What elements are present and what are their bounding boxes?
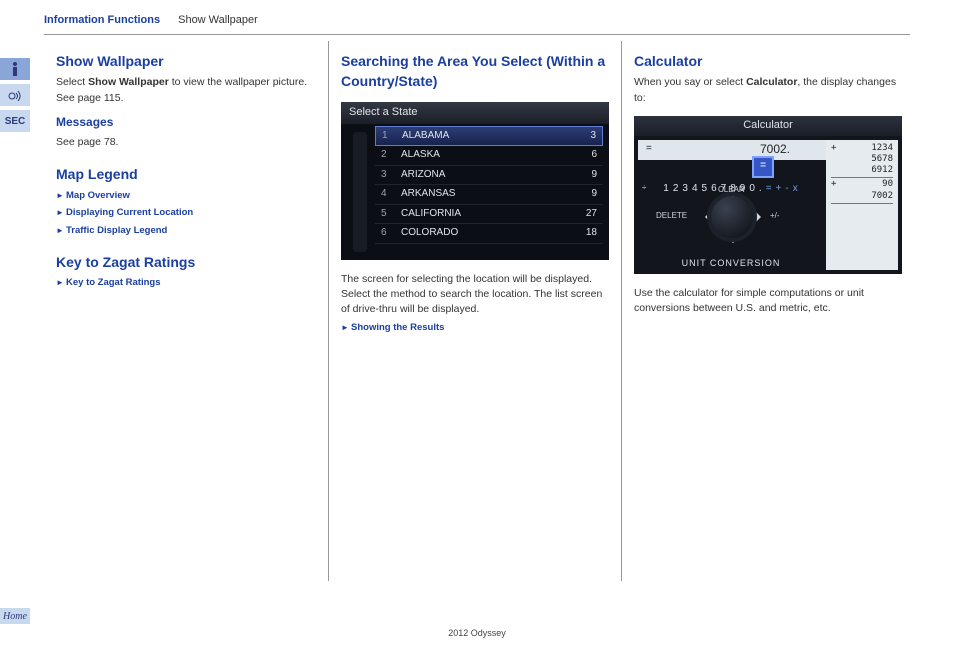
heading-show-wallpaper: Show Wallpaper	[56, 51, 316, 71]
ref-traffic-legend[interactable]: Traffic Display Legend	[56, 224, 316, 238]
op-divide[interactable]: ÷	[642, 182, 646, 194]
state-row-name: ARIZONA	[401, 168, 567, 183]
history-entry: 5678	[831, 154, 893, 165]
divider	[44, 34, 910, 35]
state-row-num: 6	[381, 226, 393, 241]
state-row-name: CALIFORNIA	[401, 207, 567, 222]
equals-button[interactable]: =	[752, 156, 774, 178]
columns: Show Wallpaper Select Show Wallpaper to …	[44, 41, 914, 581]
state-row-name: ALASKA	[401, 148, 567, 163]
arrow-left-icon[interactable]	[700, 212, 710, 222]
column-1: Show Wallpaper Select Show Wallpaper to …	[44, 41, 328, 581]
show-wallpaper-text: Select Show Wallpaper to view the wallpa…	[56, 75, 316, 105]
heading-zagat: Key to Zagat Ratings	[56, 252, 316, 272]
ref-zagat[interactable]: Key to Zagat Ratings	[56, 276, 316, 290]
heading-messages: Messages	[56, 114, 316, 131]
column-3: Calculator When you say or select Calcul…	[621, 41, 914, 581]
digit-0[interactable]: 0	[749, 182, 756, 197]
digit-.[interactable]: .	[759, 182, 763, 197]
calc-history: +123456786912 +907002	[826, 140, 898, 270]
select-state-title: Select a State	[341, 102, 609, 124]
state-row-num: 5	[381, 207, 393, 222]
tab-sec[interactable]: SEC	[0, 110, 30, 132]
screenshot-calculator: Calculator = 7002. +123456786912+907002 …	[634, 116, 902, 274]
heading-calculator: Calculator	[634, 51, 902, 71]
history-divider	[831, 203, 893, 204]
history-entry: 7002	[831, 191, 893, 202]
state-row-count: 9	[575, 168, 597, 183]
footer-note: 2012 Odyssey	[0, 628, 954, 638]
digit-5[interactable]: 5	[702, 182, 709, 197]
calc-eq-sign: =	[646, 142, 660, 157]
state-row[interactable]: 2 ALASKA 6	[375, 146, 603, 166]
history-entry: 6912	[831, 165, 893, 176]
breadcrumb-page: Show Wallpaper	[178, 14, 258, 26]
side-tabs: SEC	[0, 58, 30, 136]
state-row-name: ALABAMA	[402, 129, 566, 144]
state-row-num: 3	[381, 168, 393, 183]
op-x[interactable]: x	[793, 182, 799, 197]
calculator-intro: When you say or select Calculator, the d…	[634, 75, 902, 105]
voice-icon	[8, 89, 22, 101]
state-row[interactable]: 1 ALABAMA 3	[375, 126, 603, 147]
state-row-name: ARKANSAS	[401, 187, 567, 202]
ref-map-overview[interactable]: Map Overview	[56, 189, 316, 203]
state-list: 1 ALABAMA 3 2 ALASKA 6 3 ARIZONA 9 4 ARKANSAS 9 5 CAL…	[375, 126, 603, 244]
state-row-count: 3	[574, 129, 596, 144]
digit-3[interactable]: 3	[682, 182, 689, 197]
search-area-text: The screen for selecting the location wi…	[341, 272, 609, 318]
calculator-desc: Use the calculator for simple computatio…	[634, 286, 902, 316]
state-row[interactable]: 5 CALIFORNIA 27	[375, 205, 603, 225]
history-entry: +90	[831, 179, 893, 190]
breadcrumb-section: Information Functions	[44, 14, 160, 26]
state-row-count: 18	[575, 226, 597, 241]
tab-home[interactable]: Home	[0, 608, 30, 624]
state-row-num: 1	[382, 129, 394, 144]
state-row[interactable]: 3 ARIZONA 9	[375, 166, 603, 186]
op-=[interactable]: =	[766, 182, 773, 197]
state-row[interactable]: 4 ARKANSAS 9	[375, 185, 603, 205]
digit-1[interactable]: 1	[663, 182, 670, 197]
state-row-name: COLORADO	[401, 226, 567, 241]
op-+[interactable]: +	[776, 182, 783, 197]
breadcrumb: Information Functions Show Wallpaper	[44, 14, 914, 26]
state-row[interactable]: 6 COLORADO 18	[375, 224, 603, 244]
scrollbar[interactable]	[353, 132, 367, 252]
arrow-right-icon[interactable]	[756, 212, 766, 222]
digit-2[interactable]: 2	[673, 182, 680, 197]
tab-info[interactable]	[0, 58, 30, 80]
state-row-count: 27	[575, 207, 597, 222]
dial-knob[interactable]	[711, 196, 753, 238]
op--[interactable]: -	[785, 182, 789, 197]
arrow-down-icon[interactable]	[728, 238, 738, 248]
tab-voice[interactable]	[0, 84, 30, 106]
digit-6[interactable]: 6	[711, 182, 718, 197]
plusminus-label: +/-	[770, 210, 780, 222]
digit-4[interactable]: 4	[692, 182, 699, 197]
history-divider	[831, 177, 893, 178]
state-row-count: 6	[575, 148, 597, 163]
column-2: Searching the Area You Select (Within a …	[328, 41, 621, 581]
ref-showing-results[interactable]: Showing the Results	[341, 321, 609, 335]
ref-current-location[interactable]: Displaying Current Location	[56, 206, 316, 220]
page: Information Functions Show Wallpaper Sho…	[44, 14, 914, 581]
state-row-num: 4	[381, 187, 393, 202]
calc-title: Calculator	[634, 116, 902, 136]
heading-search-area: Searching the Area You Select (Within a …	[341, 51, 609, 92]
state-row-count: 9	[575, 187, 597, 202]
calc-dial-area: ÷ = 1234567890.=+-x CLEAR DELETE +/-	[638, 164, 824, 197]
history-entry: +1234	[831, 143, 893, 154]
messages-text: See page 78.	[56, 135, 316, 150]
unit-conversion-button[interactable]: UNIT CONVERSION	[638, 257, 824, 270]
delete-label: DELETE	[656, 210, 687, 222]
info-icon	[10, 62, 20, 76]
state-row-num: 2	[381, 148, 393, 163]
screenshot-select-state: Select a State 1 ALABAMA 3 2 ALASKA 6 3 ARIZONA…	[341, 102, 609, 260]
heading-map-legend: Map Legend	[56, 164, 316, 184]
